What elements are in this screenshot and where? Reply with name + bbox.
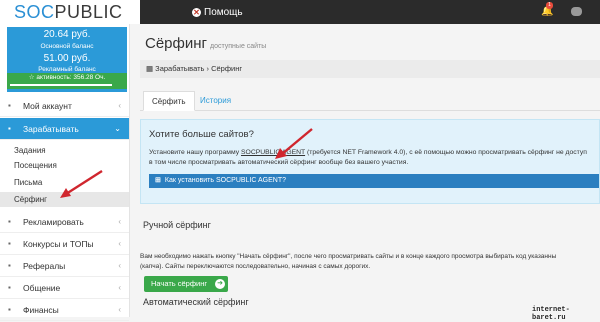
info-line2: в том числе просматривать автоматический…: [149, 159, 409, 166]
manual-desc-line1: Вам необходимо нажать кнопку "Начать сёр…: [140, 253, 557, 260]
users-icon: ▪: [8, 261, 11, 270]
breadcrumb-current: Сёрфинг: [211, 64, 243, 73]
activity-progress: [10, 84, 112, 86]
manual-desc-line2: (капча). Сайты переключаются последовате…: [140, 263, 371, 270]
info-panel: Хотите больше сайтов? Установите нашу пр…: [140, 119, 600, 204]
nav-referrals-label: Рефералы: [23, 260, 66, 271]
help-label: Помощь: [204, 6, 243, 18]
start-surfing-label: Начать сёрфинг: [151, 279, 208, 288]
activity-text: активность: 356.28 Оч.: [36, 74, 106, 81]
chevron-left-icon: ‹: [118, 217, 121, 226]
nav-communication[interactable]: ▪ Общение ‹: [0, 277, 129, 299]
howto-install-bar[interactable]: ⊞ Как установить SOCPUBLIC AGENT?: [149, 174, 599, 188]
agent-link[interactable]: SOCPUBLIC AGENT: [241, 149, 305, 156]
tab-bar: Сёрфить История: [140, 91, 600, 111]
plus-icon: ⊞: [155, 177, 161, 184]
tab-history[interactable]: История: [192, 91, 239, 111]
nav-contests-label: Конкурсы и ТОПы: [23, 238, 94, 249]
auto-surfing-title: Автоматический сёрфинг: [143, 297, 249, 307]
howto-label: Как установить SOCPUBLIC AGENT?: [164, 177, 287, 184]
nav-finance[interactable]: ▪ Финансы ‹: [0, 299, 129, 321]
activity-badge: ☆ активность: 356.28 Оч.: [7, 73, 127, 89]
info-line1-pre: Установите нашу программу: [149, 149, 240, 156]
chevron-left-icon: ‹: [118, 101, 121, 110]
logo[interactable]: SOC PUBLIC: [0, 0, 140, 24]
ad-balance-label: Рекламный баланс: [38, 66, 96, 73]
chevron-left-icon: ‹: [118, 283, 121, 292]
nav-my-account[interactable]: ▪ Мой аккаунт ‹: [0, 95, 129, 117]
nav-advertise-label: Рекламировать: [23, 216, 84, 227]
info-text: Установите нашу программу SOCPUBLIC AGEN…: [149, 148, 600, 168]
main-balance-label: Основной баланс: [40, 43, 94, 50]
nav-referrals[interactable]: ▪ Рефералы ‹: [0, 255, 129, 277]
nav-earn[interactable]: ▪ Зарабатывать ⌄: [0, 118, 129, 140]
info-line1-post: (требуется NET Framework 4.0), с её помо…: [306, 149, 587, 156]
breadcrumb: ▦ Зарабатывать › Сёрфинг: [140, 60, 600, 78]
chart-icon: ▪: [8, 217, 11, 226]
chat-icon[interactable]: [571, 7, 582, 16]
money-icon: ▪: [8, 124, 11, 133]
tab-surf[interactable]: Сёрфить: [143, 91, 195, 111]
logo-public: PUBLIC: [54, 1, 123, 22]
trophy-icon: ▪: [8, 239, 11, 248]
subnav-letters[interactable]: Письма: [0, 175, 129, 190]
nav-advertise[interactable]: ▪ Рекламировать ‹: [0, 211, 129, 233]
nav-my-account-label: Мой аккаунт: [23, 100, 72, 111]
subnav-surfing[interactable]: Сёрфинг: [0, 192, 129, 207]
wallet-icon: ▪: [8, 305, 11, 314]
manual-surfing-title: Ручной сёрфинг: [143, 220, 211, 230]
subnav-tasks[interactable]: Задания: [0, 143, 129, 158]
chevron-left-icon: ‹: [118, 261, 121, 270]
breadcrumb-root[interactable]: Зарабатывать: [155, 64, 204, 73]
home-icon: ▦: [146, 64, 156, 73]
close-circle-icon: ✕: [192, 7, 201, 17]
help-link[interactable]: ✕ Помощь: [192, 4, 243, 20]
logo-soc: SOC: [14, 1, 55, 22]
manual-surfing-desc: Вам необходимо нажать кнопку "Начать сёр…: [140, 252, 600, 272]
info-heading: Хотите больше сайтов?: [149, 129, 254, 140]
user-icon: ▪: [8, 101, 11, 110]
nav-contests[interactable]: ▪ Конкурсы и ТОПы ‹: [0, 233, 129, 255]
page-title-text: Сёрфинг: [145, 35, 207, 52]
subnav-visits[interactable]: Посещения: [0, 158, 129, 173]
page-subtitle: доступные сайты: [210, 43, 267, 50]
watermark: internet-baret.ru: [532, 306, 570, 322]
comments-icon: ▪: [8, 283, 11, 292]
chevron-down-icon: ⌄: [114, 124, 121, 133]
notification-badge: 1: [546, 2, 553, 9]
ad-balance-value: 51.00 руб.: [43, 53, 91, 64]
nav-communication-label: Общение: [23, 282, 61, 293]
chevron-left-icon: ‹: [118, 239, 121, 248]
chevron-left-icon: ‹: [118, 305, 121, 314]
start-surfing-button[interactable]: Начать сёрфинг ➜: [144, 276, 228, 292]
nav-earn-label: Зарабатывать: [23, 123, 79, 134]
arrow-right-icon: ➜: [215, 279, 225, 289]
sidebar: 20.64 руб. Основной баланс 51.00 руб. Ре…: [0, 24, 130, 321]
nav-finance-label: Финансы: [23, 304, 59, 315]
main-content: Сёрфинг доступные сайты ▦ Зарабатывать › …: [131, 24, 600, 317]
top-bar: SOC PUBLIC ✕ Помощь 🔔 1: [0, 0, 600, 24]
main-balance-value: 20.64 руб.: [43, 29, 91, 40]
page-title: Сёрфинг доступные сайты: [145, 35, 266, 52]
